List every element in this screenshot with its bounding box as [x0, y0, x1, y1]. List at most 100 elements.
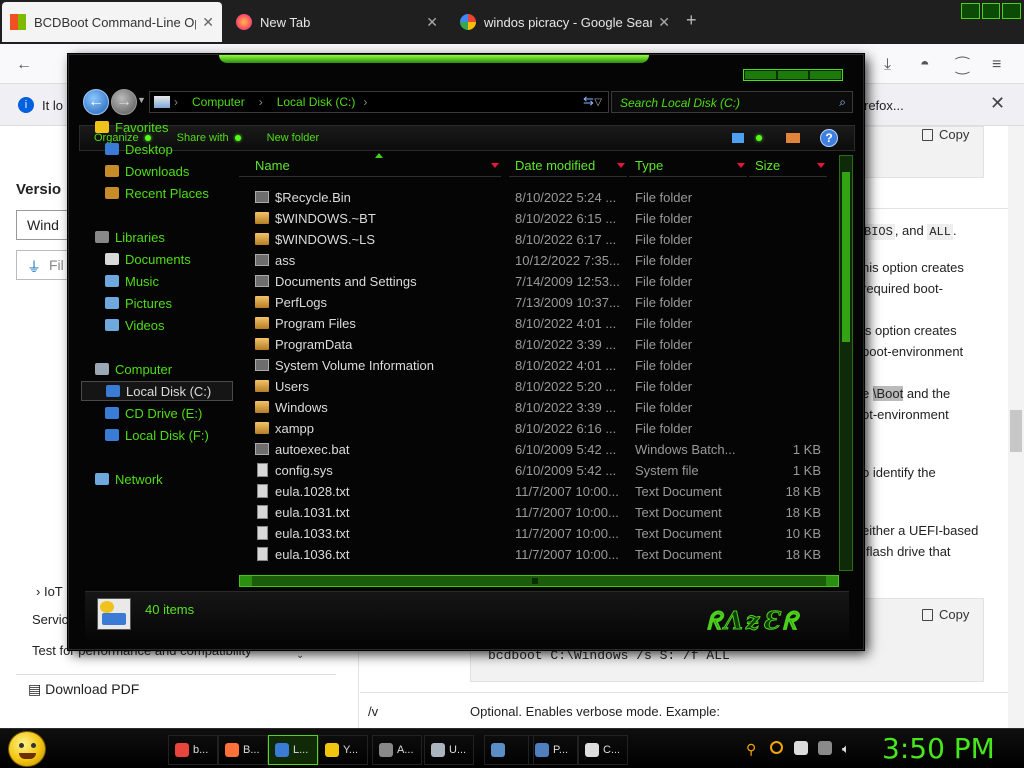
- tab-google-search[interactable]: windos picracy - Google Search ✕: [452, 2, 678, 42]
- taskbar-button[interactable]: P...: [528, 735, 578, 765]
- address-dropdown-icon[interactable]: ▽: [594, 97, 602, 108]
- file-row[interactable]: eula.1033.txt 11/7/2007 10:00... Text Docu…: [239, 523, 839, 544]
- nav-item-computer[interactable]: Computer: [95, 359, 172, 379]
- breadcrumb-local-disk[interactable]: Local Disk (C:): [277, 95, 356, 109]
- address-row: ← → ▼ › Computer › Local Disk (C:) › ▽ ⇆…: [79, 87, 855, 117]
- column-header-name[interactable]: Name: [239, 155, 501, 177]
- nav-item-pictures[interactable]: Pictures: [105, 293, 172, 313]
- recent-pages-chevron-icon[interactable]: ▼: [137, 95, 146, 105]
- new-folder-button[interactable]: New folder: [267, 132, 320, 144]
- taskbar-button[interactable]: U...: [424, 735, 474, 765]
- nav-item-music[interactable]: Music: [105, 271, 159, 291]
- menu-icon[interactable]: ≡: [992, 56, 1001, 74]
- version-select[interactable]: Wind: [16, 210, 76, 240]
- column-header-type[interactable]: Type: [629, 155, 747, 177]
- breadcrumb-computer[interactable]: Computer: [192, 95, 245, 109]
- horizontal-scrollbar[interactable]: [239, 575, 839, 587]
- forward-button[interactable]: →: [111, 89, 137, 115]
- status-icon[interactable]: [770, 741, 783, 754]
- extensions-icon[interactable]: ⁐: [956, 56, 969, 76]
- column-header-size[interactable]: Size: [749, 155, 827, 177]
- file-row[interactable]: $Recycle.Bin 8/10/2022 5:24 ... File folde…: [239, 187, 839, 208]
- taskbar-button[interactable]: b...: [168, 735, 218, 765]
- view-icon[interactable]: [732, 133, 744, 143]
- scrollbar-thumb[interactable]: [1010, 410, 1022, 452]
- action-center-flag-icon[interactable]: [794, 741, 808, 755]
- file-row[interactable]: PerfLogs 7/13/2009 10:37... File folder: [239, 292, 839, 313]
- address-bar[interactable]: › Computer › Local Disk (C:) › ▽: [149, 91, 609, 113]
- nav-item-videos[interactable]: Videos: [105, 315, 165, 335]
- refresh-icon[interactable]: ⇆: [583, 93, 594, 109]
- share-with-button[interactable]: Share with: [177, 132, 241, 144]
- download-pdf-link[interactable]: ▤ Download PDF: [28, 681, 139, 698]
- left-nav-item-services[interactable]: Servic: [32, 612, 68, 627]
- volume-icon[interactable]: 🔈︎: [842, 741, 856, 756]
- nav-item-cd-drive-e[interactable]: CD Drive (E:): [105, 403, 202, 423]
- window-caption-buttons[interactable]: [743, 69, 843, 81]
- preview-pane-icon[interactable]: [786, 133, 800, 143]
- taskbar-button[interactable]: C...: [578, 735, 628, 765]
- tab-new-tab[interactable]: New Tab ✕: [228, 2, 446, 42]
- file-row[interactable]: Windows 8/10/2022 3:39 ... File folder: [239, 397, 839, 418]
- search-icon[interactable]: ⚲: [746, 741, 760, 757]
- file-row[interactable]: ass 10/12/2022 7:35... File folder: [239, 250, 839, 271]
- file-row[interactable]: eula.1028.txt 11/7/2007 10:00... Text Docu…: [239, 481, 839, 502]
- scroll-left-icon[interactable]: [240, 576, 252, 586]
- file-row[interactable]: $WINDOWS.~LS 8/10/2022 6:17 ... File folde…: [239, 229, 839, 250]
- scrollbar-thumb[interactable]: [842, 172, 850, 342]
- file-row[interactable]: Documents and Settings 7/14/2009 12:53...…: [239, 271, 839, 292]
- scroll-right-icon[interactable]: [826, 576, 838, 586]
- nav-item-network[interactable]: Network: [95, 469, 163, 489]
- nav-item-desktop[interactable]: Desktop: [105, 139, 173, 159]
- taskbar-button[interactable]: L...: [268, 735, 318, 765]
- search-input[interactable]: Search Local Disk (C:) ⌕: [611, 91, 853, 113]
- nav-item-local-disk-f[interactable]: Local Disk (F:): [105, 425, 209, 445]
- taskbar-button[interactable]: B...: [218, 735, 268, 765]
- copy-button[interactable]: Copy: [922, 127, 969, 142]
- nav-item-downloads[interactable]: Downloads: [105, 161, 189, 181]
- tab-bcdboot[interactable]: BCDBoot Command-Line Optio ✕: [2, 2, 222, 42]
- close-icon[interactable]: ✕: [426, 14, 438, 31]
- copy-button[interactable]: Copy: [922, 607, 969, 622]
- network-icon[interactable]: [818, 741, 832, 755]
- file-list-scrollbar[interactable]: [839, 155, 853, 571]
- nav-item-local-disk-c[interactable]: Local Disk (C:): [81, 381, 233, 401]
- file-row[interactable]: $WINDOWS.~BT 8/10/2022 6:15 ... File folde…: [239, 208, 839, 229]
- clock[interactable]: 3:50 PM: [882, 732, 995, 765]
- file-row[interactable]: Users 8/10/2022 5:20 ... File folder: [239, 376, 839, 397]
- scrollbar-thumb-grip[interactable]: [532, 578, 538, 584]
- help-icon[interactable]: ?: [820, 129, 838, 147]
- file-row[interactable]: eula.1036.txt 11/7/2007 10:00... Text Docu…: [239, 544, 839, 565]
- taskbar-button[interactable]: Y...: [318, 735, 368, 765]
- back-button[interactable]: ←: [83, 89, 109, 115]
- close-icon[interactable]: ✕: [202, 14, 214, 31]
- close-icon[interactable]: ✕: [658, 14, 670, 31]
- view-options-dot-icon[interactable]: [756, 135, 762, 141]
- column-header-date[interactable]: Date modified: [509, 155, 627, 177]
- close-icon[interactable]: ✕: [990, 93, 1005, 114]
- nav-item-documents[interactable]: Documents: [105, 249, 191, 269]
- nav-item-libraries[interactable]: Libraries: [95, 227, 165, 247]
- nav-item-favorites[interactable]: Favorites: [95, 117, 168, 137]
- file-row[interactable]: xampp 8/10/2022 6:16 ... File folder: [239, 418, 839, 439]
- filter-input[interactable]: ⏚ Fil: [16, 250, 76, 280]
- file-row[interactable]: System Volume Information 8/10/2022 4:01 …: [239, 355, 839, 376]
- nav-item-recent-places[interactable]: Recent Places: [105, 183, 209, 203]
- window-controls[interactable]: [958, 0, 1024, 22]
- file-row[interactable]: Program Files 8/10/2022 4:01 ... File fold…: [239, 313, 839, 334]
- file-row[interactable]: ProgramData 8/10/2022 3:39 ... File folder: [239, 334, 839, 355]
- nav-item-label: Favorites: [115, 119, 169, 135]
- file-row[interactable]: autoexec.bat 6/10/2009 5:42 ... Windows Ba…: [239, 439, 839, 460]
- start-button[interactable]: [8, 731, 46, 767]
- file-row[interactable]: eula.1031.txt 11/7/2007 10:00... Text Docu…: [239, 502, 839, 523]
- back-arrow-icon[interactable]: ←: [16, 56, 32, 74]
- taskbar-button[interactable]: [484, 735, 534, 765]
- taskbar-button[interactable]: A...: [372, 735, 422, 765]
- chevron-down-icon[interactable]: ⌄: [296, 650, 304, 661]
- file-row[interactable]: config.sys 6/10/2009 5:42 ... System file 1…: [239, 460, 839, 481]
- new-tab-plus-icon[interactable]: +: [686, 10, 697, 31]
- download-icon[interactable]: ⤓: [884, 56, 891, 74]
- left-nav-item-iot[interactable]: › IoT: [36, 584, 63, 599]
- page-scrollbar[interactable]: [1008, 126, 1024, 728]
- profile-icon[interactable]: ◓: [920, 56, 930, 74]
